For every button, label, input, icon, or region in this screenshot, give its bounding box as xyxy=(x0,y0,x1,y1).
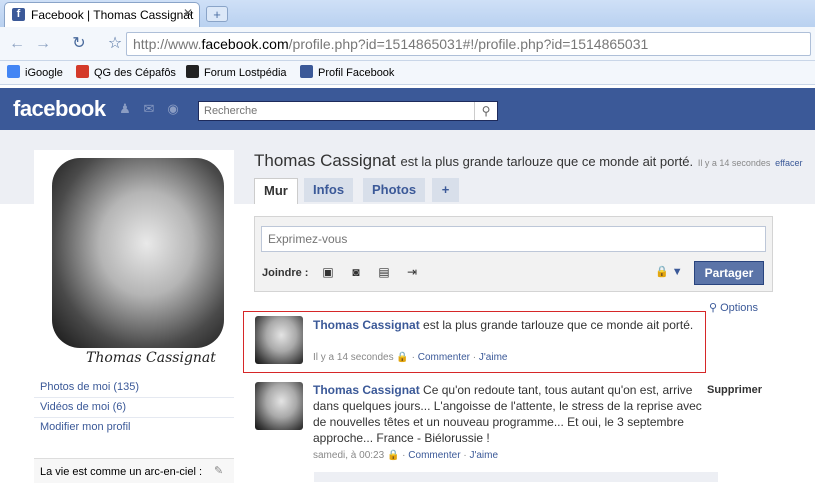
videos-of-me-link[interactable]: Vidéos de moi (6) xyxy=(40,401,126,413)
profile-heading: Thomas Cassignat est la plus grande tarl… xyxy=(254,151,803,171)
lock-icon: 🔒 xyxy=(386,450,400,461)
notifications-globe-icon[interactable]: ◉ xyxy=(166,102,180,116)
status-timestamp: Il y a 14 secondes xyxy=(697,158,771,168)
profile-picture[interactable]: Thomas Cassignat xyxy=(34,150,234,378)
igoogle-icon xyxy=(7,65,20,78)
story-text: Thomas Cassignat Ce qu'on redoute tant, … xyxy=(313,383,702,445)
search-box: ⚲ xyxy=(198,101,498,121)
messages-icon[interactable]: ✉ xyxy=(142,102,156,116)
search-input[interactable] xyxy=(199,102,485,120)
address-bar-url: http://www.facebook.com/profile.php?id=1… xyxy=(133,36,649,52)
bookmark-forum-lostpedia[interactable]: Forum Lostpédia xyxy=(186,65,287,79)
profile-photo-image xyxy=(52,158,224,348)
lostpedia-icon xyxy=(186,65,199,78)
attach-link-icon[interactable]: ⇥ xyxy=(405,265,419,279)
like-link[interactable]: J'aime xyxy=(469,450,498,461)
bio-text: La vie est comme un arc-en-ciel : xyxy=(40,466,203,478)
browser-toolbar: ← → ↻ ☆ http://www.facebook.com/profile.… xyxy=(0,27,815,61)
story-meta: samedi, à 00:23 🔒 · Commenter · J'aime xyxy=(313,450,499,461)
erase-status-link[interactable]: effacer xyxy=(775,158,802,168)
attach-label: Joindre : xyxy=(262,267,309,279)
attach-video-icon[interactable]: ◙ xyxy=(349,265,363,279)
facebook-logo[interactable]: facebook xyxy=(13,96,106,122)
share-button[interactable]: Partager xyxy=(694,261,764,285)
reload-icon[interactable]: ↻ xyxy=(68,33,90,55)
attach-photo-icon[interactable]: ▣ xyxy=(321,265,335,279)
new-tab-button[interactable]: + xyxy=(206,6,228,22)
bookmark-qg-des-cepafos[interactable]: QG des Cépafôs xyxy=(76,65,176,79)
status-input[interactable] xyxy=(261,226,766,252)
profile-name: Thomas Cassignat xyxy=(254,151,396,170)
delete-story-button[interactable]: Supprimer xyxy=(707,384,762,396)
avatar[interactable] xyxy=(255,382,303,430)
options-link[interactable]: ⚲ Options xyxy=(709,301,758,314)
tab-photos[interactable]: Photos xyxy=(363,178,426,202)
forward-arrow-icon[interactable]: → xyxy=(32,33,54,55)
browser-tab[interactable]: f Facebook | Thomas Cassignat ✕ xyxy=(4,2,200,27)
tab-wall[interactable]: Mur xyxy=(254,178,298,204)
divider xyxy=(34,397,234,398)
privacy-lock-dropdown[interactable]: 🔒 ▼ xyxy=(655,265,683,278)
profile-photo-caption: Thomas Cassignat xyxy=(86,350,216,366)
bookmark-igoogle[interactable]: iGoogle xyxy=(7,65,63,79)
tab-info[interactable]: Infos xyxy=(304,178,354,202)
lock-icon: 🔒 xyxy=(655,266,669,278)
photos-of-me-link[interactable]: Photos de moi (135) xyxy=(40,381,139,393)
back-arrow-icon[interactable]: ← xyxy=(6,33,28,55)
edit-profile-link[interactable]: Modifier mon profil xyxy=(40,421,130,433)
facebook-favicon-icon: f xyxy=(12,8,25,21)
friend-requests-icon[interactable]: ♟ xyxy=(118,102,132,116)
pencil-icon[interactable]: ✎ xyxy=(214,464,223,477)
facebook-header: facebook ♟ ✉ ◉ ⚲ xyxy=(0,88,815,130)
attach-event-icon[interactable]: ▤ xyxy=(377,265,391,279)
chevron-down-icon: ▼ xyxy=(671,266,683,278)
browser-tab-strip: f Facebook | Thomas Cassignat ✕ + xyxy=(0,0,815,27)
magnifier-icon: ⚲ xyxy=(709,302,718,314)
add-tab-button[interactable]: + xyxy=(432,178,459,202)
comment-link[interactable]: Commenter xyxy=(408,450,460,461)
feed-story: Thomas Cassignat Ce qu'on redoute tant, … xyxy=(254,382,709,472)
browser-tab-title: Facebook | Thomas Cassignat xyxy=(31,8,194,22)
address-bar[interactable]: http://www.facebook.com/profile.php?id=1… xyxy=(126,32,811,56)
qg-icon xyxy=(76,65,89,78)
status-composer: Joindre : ▣ ◙ ▤ ⇥ 🔒 ▼ Partager xyxy=(254,216,773,292)
divider xyxy=(34,417,234,418)
bookmark-star-icon[interactable]: ☆ xyxy=(104,33,126,55)
close-tab-icon[interactable]: ✕ xyxy=(183,6,193,20)
bookmarks-bar: iGoogle QG des Cépafôs Forum Lostpédia P… xyxy=(0,61,815,85)
comments-area xyxy=(314,472,718,482)
highlight-box xyxy=(243,311,706,373)
bookmark-profil-facebook[interactable]: Profil Facebook xyxy=(300,65,394,79)
profile-status: est la plus grande tarlouze que ce monde… xyxy=(400,154,694,169)
search-icon[interactable]: ⚲ xyxy=(474,102,497,120)
facebook-icon xyxy=(300,65,313,78)
bio-box: La vie est comme un arc-en-ciel : ✎ xyxy=(34,458,234,483)
story-author-link[interactable]: Thomas Cassignat xyxy=(313,383,420,397)
